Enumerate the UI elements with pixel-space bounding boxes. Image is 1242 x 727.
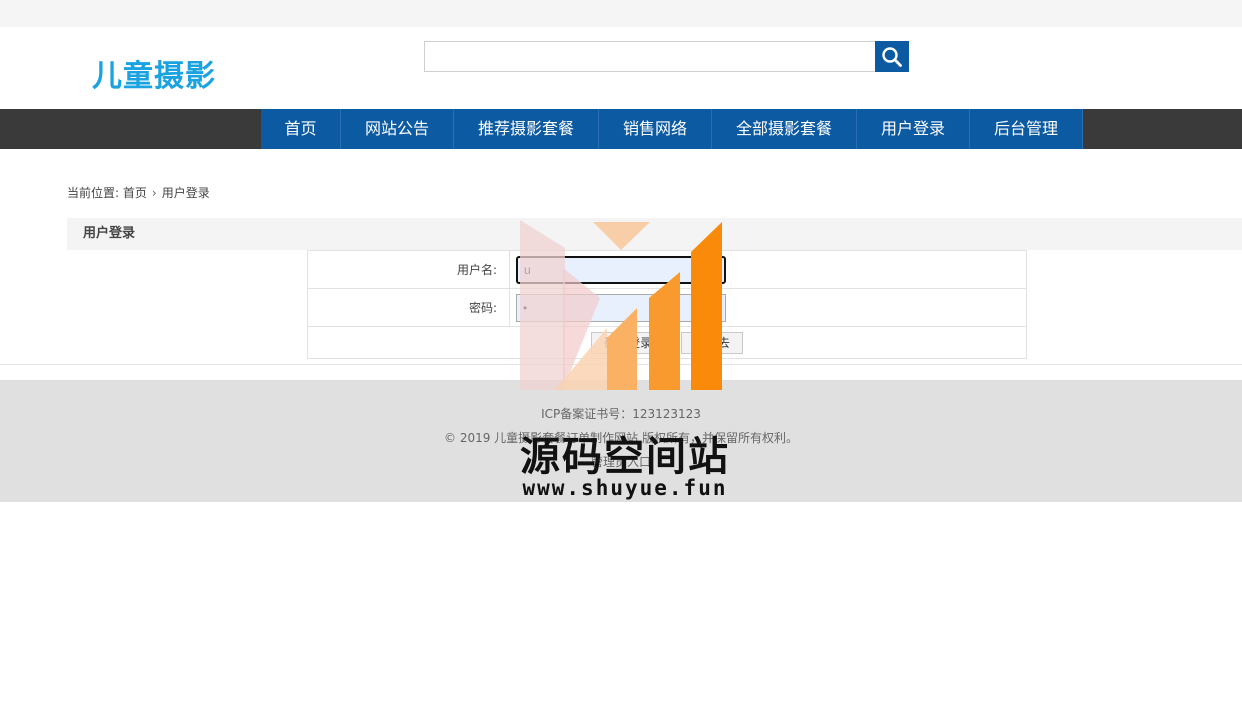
- search-icon: [882, 46, 902, 67]
- breadcrumb-prefix: 当前位置:: [67, 186, 120, 200]
- nav-item-admin[interactable]: 后台管理: [970, 109, 1083, 149]
- nav-item-recommended-packages[interactable]: 推荐摄影套餐: [454, 109, 599, 149]
- password-input[interactable]: [516, 293, 726, 322]
- nav-item-home[interactable]: 首页: [261, 109, 341, 149]
- password-label: 密码:: [307, 288, 510, 327]
- username-input[interactable]: [516, 255, 726, 284]
- copyright: © 2019 儿童摄影套餐订单制作网站 版权所有，并保留所有权利。: [444, 431, 798, 445]
- divider: [0, 364, 1242, 365]
- nav-item-sales-network[interactable]: 销售网络: [599, 109, 712, 149]
- footer: ICP备案证书号：123123123 © 2019 儿童摄影套餐订单制作网站 版…: [0, 380, 1242, 502]
- nav-item-all-packages[interactable]: 全部摄影套餐: [712, 109, 857, 149]
- site-logo[interactable]: 儿童摄影: [92, 51, 216, 95]
- login-form: 用户名: 密码: 确认登录 注册去: [307, 250, 1027, 359]
- icp-number: ICP备案证书号：123123123: [541, 407, 701, 421]
- submit-login-button[interactable]: 确认登录: [591, 331, 666, 354]
- main-nav: 首页 网站公告 推荐摄影套餐 销售网络 全部摄影套餐 用户登录 后台管理: [0, 109, 1242, 149]
- nav-item-user-login[interactable]: 用户登录: [857, 109, 970, 149]
- breadcrumb-current: 用户登录: [161, 186, 210, 200]
- search-bar: [424, 41, 909, 72]
- search-input[interactable]: [424, 41, 876, 72]
- panel-title: 用户登录: [67, 218, 1242, 250]
- search-button[interactable]: [875, 41, 909, 72]
- register-button[interactable]: 注册去: [680, 331, 743, 354]
- breadcrumb-separator: ›: [151, 186, 157, 200]
- nav-item-announcements[interactable]: 网站公告: [341, 109, 454, 149]
- breadcrumb: 当前位置: 首页 › 用户登录: [67, 184, 210, 201]
- header: 儿童摄影: [0, 27, 1242, 109]
- breadcrumb-home[interactable]: 首页: [123, 186, 147, 200]
- top-strip: [0, 0, 1242, 27]
- admin-entry-link[interactable]: 管理员入口: [591, 455, 651, 469]
- username-label: 用户名:: [307, 250, 510, 289]
